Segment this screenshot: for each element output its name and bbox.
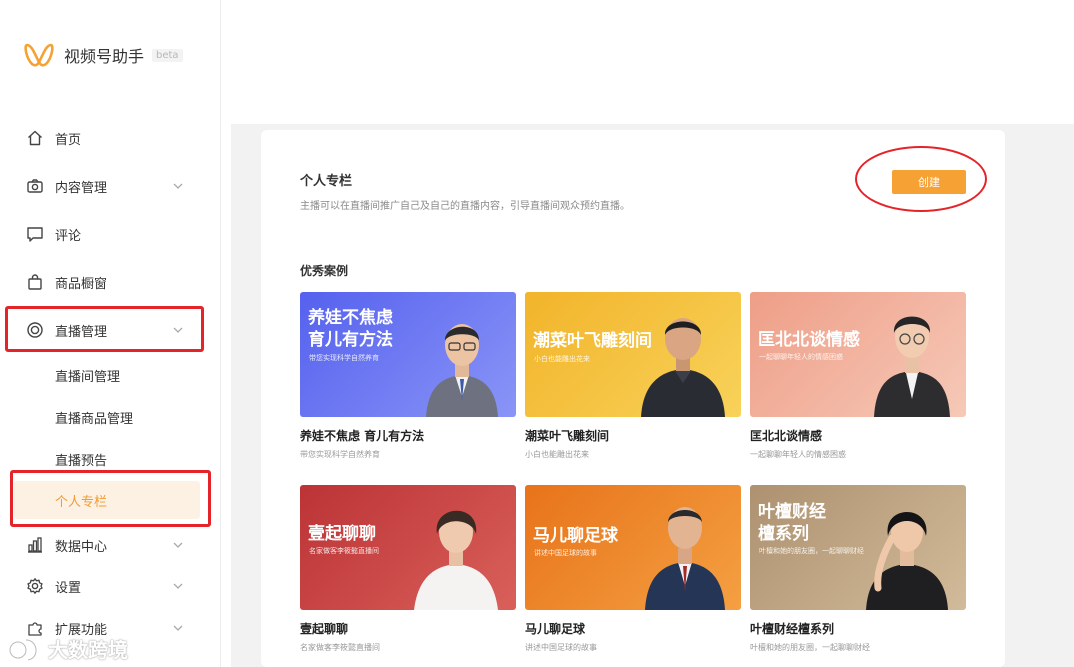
- banner-title: 潮菜叶飞雕刻间: [533, 331, 652, 351]
- highlight-box-personal-column: [10, 470, 211, 527]
- brand[interactable]: 视频号助手 beta: [24, 40, 183, 70]
- case-banner: 壹起聊聊 名家做客李筱懿直播间: [300, 485, 516, 610]
- case-title: 马儿聊足球: [525, 622, 586, 636]
- case-title: 匡北北谈情感: [750, 429, 823, 443]
- banner-subtitle: 名家做客李筱懿直播间: [309, 547, 379, 555]
- case-card[interactable]: 匡北北谈情感 一起聊聊年轻人的情感困惑 匡北北谈情感 一起聊聊年轻人的情感困惑: [750, 292, 966, 460]
- banner-title: 叶檀财经 檀系列: [758, 502, 826, 544]
- banner-title: 马儿聊足球: [533, 526, 618, 546]
- sidebar-item-label: 内容管理: [55, 180, 108, 196]
- sidebar-item-shop-window[interactable]: 商品橱窗: [0, 262, 220, 302]
- case-card[interactable]: 叶檀财经 檀系列 叶檀和她的朋友圈，一起聊聊财经 叶檀财经檀系列 叶檀和她的朋友…: [750, 485, 966, 653]
- chevron-down-icon: [172, 580, 184, 592]
- person-photo: [645, 507, 725, 610]
- sidebar-subitem-label: 直播间管理: [55, 369, 121, 385]
- case-subtitle: 小白也能雕出花来: [525, 450, 589, 459]
- sidebar-item-content[interactable]: 内容管理: [0, 166, 220, 206]
- case-subtitle: 一起聊聊年轻人的情感困惑: [750, 450, 846, 459]
- watermark: 大数跨境: [8, 634, 128, 663]
- case-banner: 养娃不焦虑 育儿有方法 带您实现科学自然养育: [300, 292, 516, 417]
- sidebar-item-comments[interactable]: 评论: [0, 214, 220, 254]
- chart-icon: [26, 536, 44, 554]
- case-subtitle: 讲述中国足球的故事: [525, 643, 597, 652]
- page-title: 个人专栏: [300, 174, 353, 189]
- banner-subtitle: 小白也能雕出花来: [534, 355, 590, 363]
- cases-section-title: 优秀案例: [300, 264, 349, 278]
- banner-subtitle: 讲述中国足球的故事: [534, 549, 597, 557]
- banner-subtitle: 一起聊聊年轻人的情感困惑: [759, 353, 843, 361]
- case-subtitle: 带您实现科学自然养育: [300, 450, 380, 459]
- case-title: 壹起聊聊: [300, 622, 349, 636]
- person-photo: [426, 324, 498, 417]
- comment-icon: [26, 225, 44, 243]
- sidebar-subitem-live-products[interactable]: 直播商品管理: [0, 398, 220, 436]
- channels-logo-icon: [24, 43, 54, 67]
- case-title: 叶檀财经檀系列: [750, 622, 835, 636]
- highlight-ellipse-create: [855, 146, 987, 212]
- camera-icon: [26, 177, 44, 195]
- sidebar-item-data[interactable]: 数据中心: [0, 525, 220, 565]
- sidebar: 视频号助手 beta 首页 内容管理 评论 商品橱窗 直播管理 直播间管理 直播…: [0, 0, 221, 667]
- app-name: 视频号助手: [64, 47, 145, 66]
- case-title: 养娃不焦虑 育儿有方法: [300, 429, 425, 443]
- banner-title: 壹起聊聊: [308, 524, 376, 544]
- banner-title: 养娃不焦虑 育儿有方法: [308, 308, 393, 350]
- watermark-logo-icon: [8, 638, 38, 661]
- person-photo: [414, 510, 498, 610]
- person-photo: [866, 512, 948, 610]
- bag-icon: [26, 273, 44, 291]
- sidebar-item-label: 首页: [55, 132, 82, 148]
- sidebar-item-label: 商品橱窗: [55, 276, 108, 292]
- chevron-down-icon: [172, 622, 184, 634]
- sidebar-item-label: 设置: [55, 580, 82, 596]
- case-card[interactable]: 潮菜叶飞雕刻间 小白也能雕出花来 潮菜叶飞雕刻间 小白也能雕出花来: [525, 292, 741, 460]
- beta-badge: beta: [152, 48, 183, 62]
- person-photo: [641, 318, 725, 417]
- banner-title: 匡北北谈情感: [758, 330, 860, 350]
- sidebar-item-label: 数据中心: [55, 539, 108, 555]
- highlight-box-live: [5, 306, 204, 352]
- page-description: 主播可以在直播间推广自己及自己的直播内容，引导直播间观众预约直播。: [300, 201, 630, 212]
- case-title: 潮菜叶飞雕刻间: [525, 429, 610, 443]
- sidebar-item-label: 评论: [55, 228, 82, 244]
- case-card[interactable]: 养娃不焦虑 育儿有方法 带您实现科学自然养育 养娃不焦虑 育儿有方法 带您实现科…: [300, 292, 516, 460]
- chevron-down-icon: [172, 539, 184, 551]
- case-subtitle: 叶檀和她的朋友圈，一起聊聊财经: [750, 643, 870, 652]
- case-banner: 匡北北谈情感 一起聊聊年轻人的情感困惑: [750, 292, 966, 417]
- case-subtitle: 名家做客李筱懿直播间: [300, 643, 380, 652]
- sidebar-subitem-label: 直播预告: [55, 453, 108, 469]
- chevron-down-icon: [172, 180, 184, 192]
- sidebar-subitem-label: 直播商品管理: [55, 411, 134, 427]
- home-icon: [26, 129, 44, 147]
- person-photo: [874, 316, 950, 417]
- sidebar-item-settings[interactable]: 设置: [0, 566, 220, 606]
- sidebar-subitem-live-room[interactable]: 直播间管理: [0, 356, 220, 394]
- case-banner: 马儿聊足球 讲述中国足球的故事: [525, 485, 741, 610]
- banner-subtitle: 带您实现科学自然养育: [309, 354, 379, 362]
- sidebar-item-home[interactable]: 首页: [0, 118, 220, 158]
- case-banner: 叶檀财经 檀系列 叶檀和她的朋友圈，一起聊聊财经: [750, 485, 966, 610]
- watermark-text: 大数跨境: [48, 638, 128, 662]
- banner-subtitle: 叶檀和她的朋友圈，一起聊聊财经: [759, 547, 864, 555]
- gear-icon: [26, 577, 44, 595]
- case-card[interactable]: 壹起聊聊 名家做客李筱懿直播间 壹起聊聊 名家做客李筱懿直播间: [300, 485, 516, 653]
- case-banner: 潮菜叶飞雕刻间 小白也能雕出花来: [525, 292, 741, 417]
- case-card[interactable]: 马儿聊足球 讲述中国足球的故事 马儿聊足球 讲述中国足球的故事: [525, 485, 741, 653]
